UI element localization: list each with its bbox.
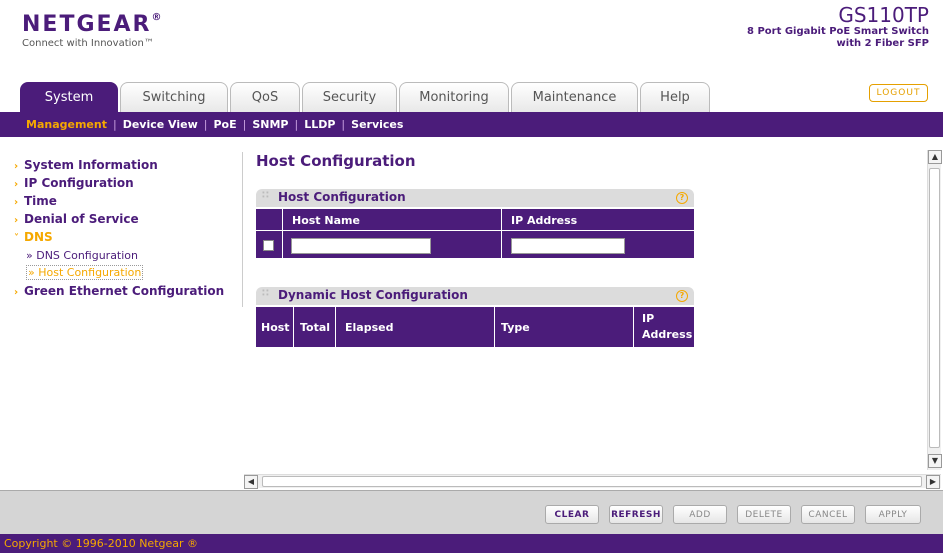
scroll-down-icon[interactable]: ▼ — [928, 454, 942, 468]
section-title: Dynamic Host Configuration — [278, 288, 468, 302]
vertical-scrollbar[interactable]: ▲ ▼ — [927, 150, 942, 470]
sidebar: › System Information › IP Configuration › T… — [14, 152, 243, 307]
apply-button[interactable]: APPLY — [865, 505, 921, 524]
horizontal-scrollbar[interactable]: ◀ ▶ — [244, 474, 941, 489]
scroll-thumb[interactable] — [262, 476, 922, 487]
sidebar-item-label: Time — [24, 194, 57, 208]
tab-security[interactable]: Security — [302, 82, 397, 112]
divider — [256, 230, 694, 231]
registered-mark: ® — [151, 12, 164, 23]
tab-qos[interactable]: QoS — [230, 82, 300, 112]
delete-button[interactable]: DELETE — [737, 505, 791, 524]
sidebar-item-time[interactable]: › Time — [14, 194, 57, 208]
drag-handle-icon: ∷ — [262, 288, 269, 299]
tagline: Connect with Innovation™ — [22, 38, 154, 49]
refresh-button[interactable]: REFRESH — [609, 505, 663, 524]
divider — [633, 307, 634, 347]
model-info: GS110TP 8 Port Gigabit PoE Smart Switch … — [747, 4, 929, 50]
sidebar-item-label: Denial of Service — [24, 212, 139, 226]
host-config-header: ∷ Host Configuration ? — [256, 189, 694, 207]
scroll-up-icon[interactable]: ▲ — [928, 150, 942, 164]
subnav-management[interactable]: Management — [26, 118, 107, 131]
help-icon[interactable]: ? — [676, 290, 688, 302]
help-icon[interactable]: ? — [676, 192, 688, 204]
sidebar-item-dns[interactable]: ˅ DNS — [14, 230, 53, 244]
subnav-device-view[interactable]: Device View — [123, 118, 198, 131]
subnav-separator: | — [341, 118, 346, 131]
subnav-separator: | — [242, 118, 247, 131]
copyright-text: Copyright © 1996-2010 Netgear ® — [4, 537, 199, 550]
divider — [494, 307, 495, 347]
subnav-services[interactable]: Services — [351, 118, 403, 131]
divider — [335, 307, 336, 347]
scroll-left-icon[interactable]: ◀ — [244, 475, 258, 489]
tab-help[interactable]: Help — [640, 82, 710, 112]
add-button[interactable]: ADD — [673, 505, 727, 524]
chevron-right-icon: › — [14, 197, 19, 208]
row-checkbox[interactable] — [263, 240, 274, 251]
sidebar-item-denial-of-service[interactable]: › Denial of Service — [14, 212, 139, 226]
sub-navigation: Management | Device View | PoE | SNMP | … — [0, 112, 943, 137]
cancel-button[interactable]: CANCEL — [801, 505, 855, 524]
brand-name: NETGEAR — [22, 12, 152, 37]
model-description-line2: with 2 Fiber SFP — [836, 38, 929, 49]
subnav-separator: | — [294, 118, 299, 131]
chevron-right-icon: › — [14, 179, 19, 190]
logout-button[interactable]: LOGOUT — [869, 84, 928, 102]
divider — [293, 307, 294, 347]
scroll-right-icon[interactable]: ▶ — [926, 475, 940, 489]
main-tabs: System Switching QoS Security Monitoring… — [20, 82, 712, 112]
page-title: Host Configuration — [256, 152, 416, 170]
sidebar-item-ip-configuration[interactable]: › IP Configuration — [14, 176, 134, 190]
sidebar-item-green-ethernet[interactable]: › Green Ethernet Configuration — [14, 284, 224, 298]
tab-system[interactable]: System — [20, 82, 118, 112]
column-header-host: Host — [261, 321, 290, 334]
column-header-type: Type — [501, 321, 530, 334]
subnav-poe[interactable]: PoE — [213, 118, 236, 131]
subnav-snmp[interactable]: SNMP — [252, 118, 288, 131]
sidebar-subitem-host-configuration[interactable]: » Host Configuration — [26, 265, 144, 280]
tab-maintenance[interactable]: Maintenance — [511, 82, 638, 112]
tab-switching[interactable]: Switching — [120, 82, 228, 112]
subnav-lldp[interactable]: LLDP — [304, 118, 335, 131]
footer: Copyright © 1996-2010 Netgear ® — [0, 534, 943, 553]
tab-monitoring[interactable]: Monitoring — [399, 82, 509, 112]
host-config-table: Host Name IP Address — [256, 209, 694, 258]
divider — [282, 209, 283, 258]
column-header-host-name: Host Name — [292, 214, 360, 227]
chevron-right-icon: › — [14, 287, 19, 298]
sidebar-item-label: System Information — [24, 158, 158, 172]
ip-address-input[interactable] — [511, 238, 625, 254]
column-header-elapsed: Elapsed — [345, 321, 394, 334]
column-header-ip-address: IP Address — [511, 214, 578, 227]
sidebar-subitem-dns-configuration[interactable]: » DNS Configuration — [26, 249, 138, 262]
header: NETGEAR® Connect with Innovation™ GS110T… — [0, 0, 943, 76]
chevron-down-icon: ˅ — [14, 233, 19, 244]
sidebar-item-label: DNS — [24, 230, 53, 244]
clear-button[interactable]: CLEAR — [545, 505, 599, 524]
divider — [501, 209, 502, 258]
column-header-total: Total — [300, 321, 331, 334]
app-window: NETGEAR® Connect with Innovation™ GS110T… — [0, 0, 943, 553]
subnav-separator: | — [112, 118, 117, 131]
netgear-logo: NETGEAR® Connect with Innovation™ — [22, 12, 164, 49]
chevron-right-icon: › — [14, 161, 19, 172]
chevron-right-icon: › — [14, 215, 19, 226]
sidebar-item-label: Green Ethernet Configuration — [24, 284, 225, 298]
subnav-separator: | — [203, 118, 208, 131]
section-title: Host Configuration — [278, 190, 406, 204]
host-name-input[interactable] — [291, 238, 431, 254]
drag-handle-icon: ∷ — [262, 190, 269, 201]
sidebar-item-system-information[interactable]: › System Information — [14, 158, 158, 172]
model-description-line1: 8 Port Gigabit PoE Smart Switch — [747, 26, 929, 37]
button-bar: CLEAR REFRESH ADD DELETE CANCEL APPLY — [0, 490, 943, 534]
column-header-address: Address — [642, 328, 693, 341]
model-name: GS110TP — [838, 3, 929, 27]
scroll-thumb[interactable] — [929, 168, 940, 448]
dynamic-host-config-table: Host Total Elapsed Type IP Address — [256, 307, 694, 347]
dynamic-host-config-header: ∷ Dynamic Host Configuration ? — [256, 287, 694, 305]
column-header-ip: IP — [642, 312, 655, 325]
sidebar-item-label: IP Configuration — [24, 176, 134, 190]
